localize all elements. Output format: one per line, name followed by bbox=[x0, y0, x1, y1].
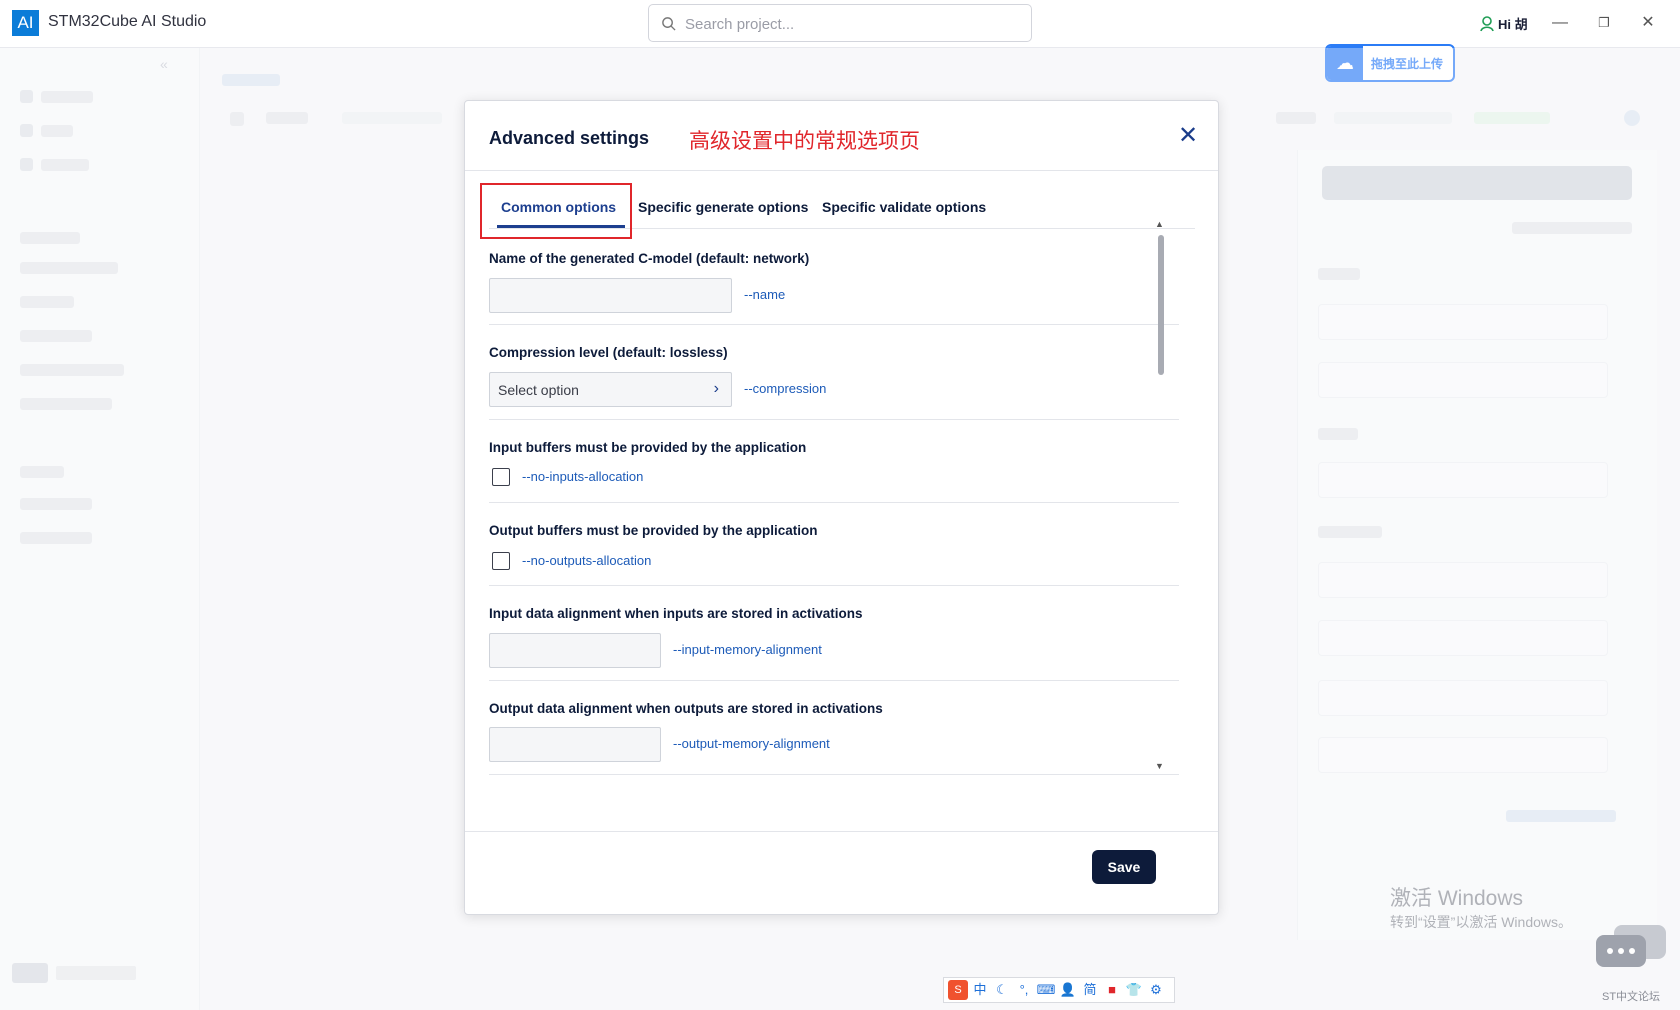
minimize-icon[interactable]: — bbox=[1546, 10, 1574, 36]
option-label: Name of the generated C-model (default: … bbox=[489, 251, 810, 266]
ime-script-toggle[interactable]: 简 bbox=[1080, 980, 1100, 1000]
chat-bubble-icon bbox=[1596, 925, 1666, 967]
skin-icon[interactable]: 👕 bbox=[1124, 980, 1144, 1000]
tab-specific-generate-options[interactable]: Specific generate options bbox=[638, 199, 808, 215]
name-input[interactable] bbox=[489, 278, 732, 313]
ime-toolbar: S 中 ☾ °, ⌨ 👤 简 ■ 👕 ⚙ bbox=[943, 977, 1175, 1003]
output-memory-alignment-input[interactable] bbox=[489, 727, 661, 762]
option-flag: --compression bbox=[744, 381, 827, 396]
option-label: Output buffers must be provided by the a… bbox=[489, 523, 818, 538]
user-icon[interactable]: 👤 bbox=[1058, 980, 1078, 1000]
select-value: Select option bbox=[498, 382, 579, 398]
app-logo: AI bbox=[12, 10, 39, 36]
ime-logo-icon[interactable]: S bbox=[948, 980, 968, 1000]
ime-mode-toggle[interactable]: 中 bbox=[970, 980, 990, 1000]
forum-label: ST中文论坛 bbox=[1602, 991, 1661, 1003]
title-bar: AI STM32Cube AI Studio Hi 胡 — ❐ ✕ bbox=[0, 0, 1680, 48]
save-button[interactable]: Save bbox=[1092, 850, 1156, 884]
dialog-title: Advanced settings bbox=[489, 128, 650, 148]
search-icon bbox=[662, 17, 676, 31]
option-section: Input buffers must be provided by the ap… bbox=[489, 420, 1179, 503]
record-icon[interactable]: ■ bbox=[1102, 980, 1122, 1000]
close-icon[interactable]: ✕ bbox=[1175, 123, 1201, 149]
options-scroll-area[interactable]: Name of the generated C-model (default: … bbox=[489, 229, 1195, 809]
option-flag: --input-memory-alignment bbox=[673, 642, 822, 657]
app-title: STM32Cube AI Studio bbox=[48, 13, 207, 30]
user-menu[interactable]: Hi 胡 bbox=[1480, 14, 1528, 33]
search-input[interactable] bbox=[685, 13, 1015, 35]
option-flag: --output-memory-alignment bbox=[673, 736, 830, 751]
scroll-thumb[interactable] bbox=[1158, 235, 1164, 375]
option-section: Output data alignment when outputs are s… bbox=[489, 681, 1179, 775]
scroll-down-icon[interactable]: ▼ bbox=[1155, 761, 1164, 771]
scroll-up-icon[interactable]: ▲ bbox=[1155, 219, 1164, 229]
active-tab-indicator bbox=[497, 225, 625, 228]
activation-watermark-subtitle: 转到“设置”以激活 Windows。 bbox=[1390, 914, 1573, 930]
tab-bar: Common options Specific generate options… bbox=[480, 171, 1195, 239]
moon-icon[interactable]: ☾ bbox=[992, 980, 1012, 1000]
chevron-right-icon: › bbox=[713, 380, 719, 397]
search-box[interactable] bbox=[648, 4, 1032, 42]
user-icon bbox=[1480, 15, 1494, 31]
option-section: Name of the generated C-model (default: … bbox=[489, 229, 1179, 325]
option-label: Input data alignment when inputs are sto… bbox=[489, 606, 863, 621]
option-label: Output data alignment when outputs are s… bbox=[489, 701, 883, 716]
tab-specific-validate-options[interactable]: Specific validate options bbox=[822, 199, 986, 215]
settings-gear-icon[interactable]: ⚙ bbox=[1146, 980, 1166, 1000]
punctuation-icon[interactable]: °, bbox=[1014, 980, 1034, 1000]
keyboard-icon[interactable]: ⌨ bbox=[1036, 980, 1056, 1000]
no-inputs-allocation-checkbox[interactable] bbox=[492, 468, 510, 486]
option-section: Output buffers must be provided by the a… bbox=[489, 503, 1179, 586]
input-memory-alignment-input[interactable] bbox=[489, 633, 661, 668]
user-greeting: Hi 胡 bbox=[1498, 17, 1528, 32]
tab-common-options[interactable]: Common options bbox=[501, 199, 616, 215]
activation-watermark-title: 激活 Windows bbox=[1390, 887, 1524, 910]
option-label: Compression level (default: lossless) bbox=[489, 345, 728, 360]
option-flag: --name bbox=[744, 287, 786, 302]
close-window-icon[interactable]: ✕ bbox=[1634, 10, 1662, 36]
no-outputs-allocation-checkbox[interactable] bbox=[492, 552, 510, 570]
option-label: Input buffers must be provided by the ap… bbox=[489, 440, 807, 455]
advanced-settings-dialog: Advanced settings 高级设置中的常规选项页 ✕ Common o… bbox=[464, 100, 1219, 915]
dialog-footer: Save bbox=[465, 831, 1218, 914]
option-flag: --no-outputs-allocation bbox=[522, 553, 652, 568]
dialog-header: Advanced settings 高级设置中的常规选项页 ✕ bbox=[465, 101, 1218, 171]
scrollbar[interactable]: ▲ ▼ bbox=[1155, 219, 1167, 774]
restore-icon[interactable]: ❐ bbox=[1590, 10, 1618, 36]
option-section: Input data alignment when inputs are sto… bbox=[489, 586, 1179, 681]
option-section: Compression level (default: lossless) Se… bbox=[489, 325, 1179, 420]
annotation-text: 高级设置中的常规选项页 bbox=[689, 129, 920, 153]
option-flag: --no-inputs-allocation bbox=[522, 469, 644, 484]
compression-select[interactable]: Select option › bbox=[489, 372, 732, 407]
